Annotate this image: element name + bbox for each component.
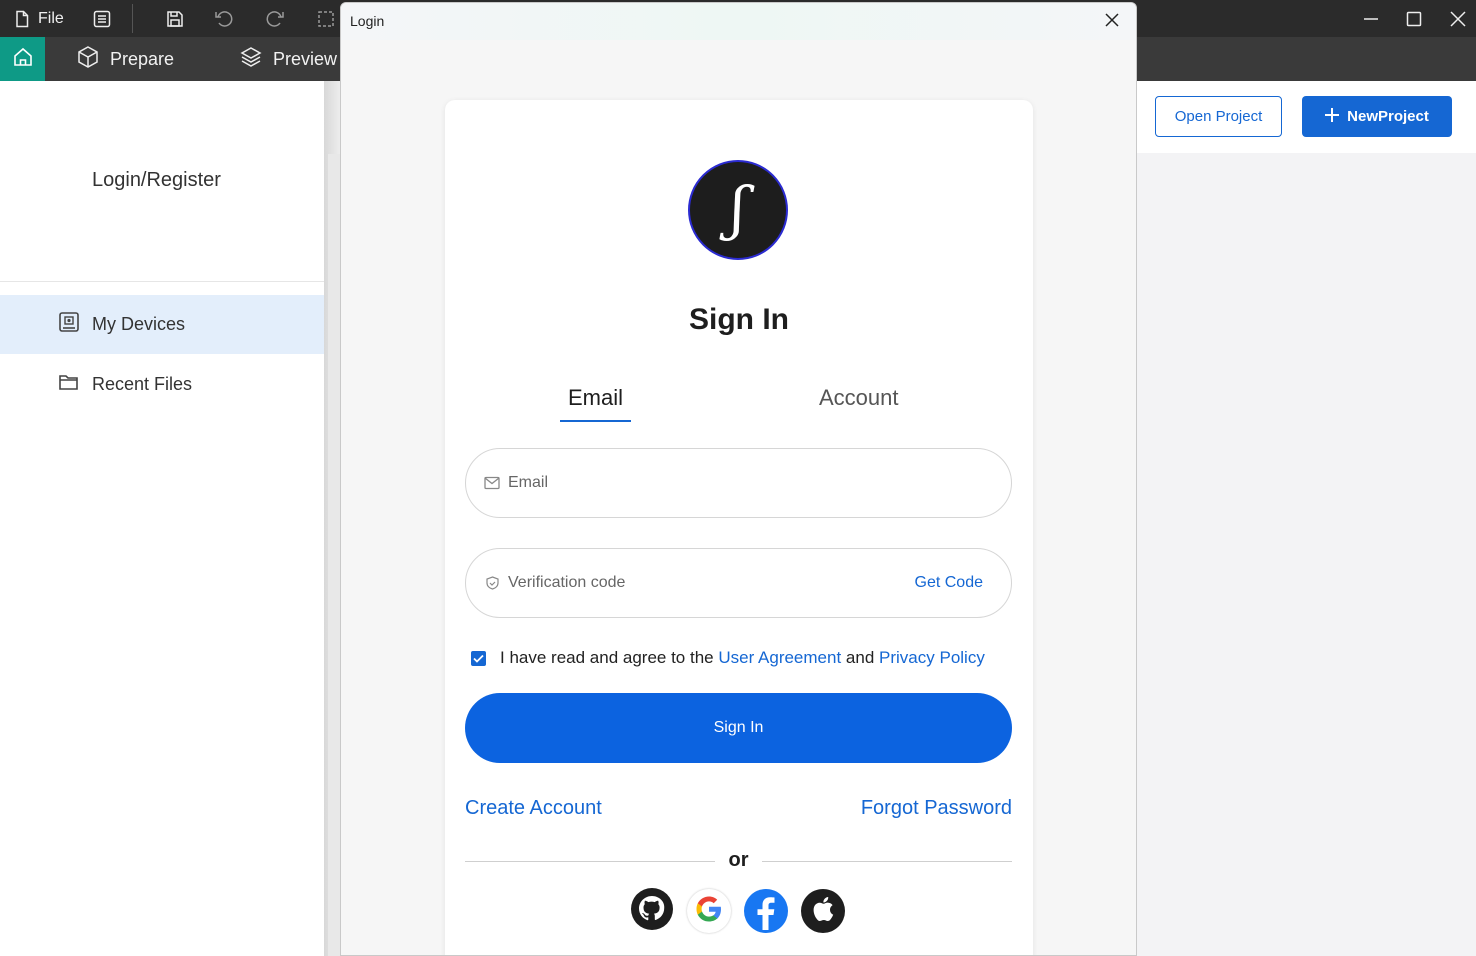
privacy-policy-link[interactable]: Privacy Policy [879, 648, 985, 668]
email-field[interactable]: Email [465, 448, 1012, 518]
tab-active-indicator [560, 420, 631, 422]
layers-icon [239, 45, 263, 74]
tab-preview-label: Preview [273, 48, 338, 69]
agreement-checkbox[interactable] [471, 650, 486, 666]
minimize-button[interactable] [1349, 0, 1393, 37]
dialog-titlebar: Login [341, 3, 1136, 40]
agreement-and: and [845, 648, 875, 667]
tab-preview[interactable]: Preview [239, 37, 337, 81]
file-icon [12, 9, 32, 29]
sidebar-item-label: My Devices [92, 314, 186, 334]
cube-icon [76, 45, 100, 74]
github-icon [630, 887, 674, 936]
sidebar-divider [0, 281, 324, 282]
home-icon [12, 46, 34, 73]
user-agreement-link[interactable]: User Agreement [718, 648, 841, 668]
tab-prepare[interactable]: Prepare [76, 37, 174, 81]
undo-icon[interactable] [213, 0, 235, 37]
agreement-row: I have read and agree to the User Agreem… [471, 648, 985, 668]
signin-button[interactable]: Sign In [465, 693, 1012, 763]
forgot-password-link[interactable]: Forgot Password [861, 797, 1012, 820]
facebook-icon [744, 887, 788, 936]
tab-account[interactable]: Account [819, 385, 899, 411]
create-account-link[interactable]: Create Account [465, 797, 602, 820]
titlebar-divider [132, 4, 133, 33]
apple-icon [812, 896, 834, 926]
signin-card: ʃ Sign In Email Account Email Verificati… [445, 100, 1033, 955]
login-register-link[interactable]: Login/Register [92, 169, 221, 192]
save-icon[interactable] [165, 0, 185, 37]
dialog-close-button[interactable] [1101, 11, 1123, 33]
google-icon [694, 894, 724, 929]
tab-prepare-label: Prepare [110, 48, 175, 69]
tab-email[interactable]: Email [560, 385, 631, 411]
new-project-button[interactable]: NewProject [1302, 96, 1452, 137]
open-project-button[interactable]: Open Project [1155, 96, 1282, 137]
close-window-button[interactable] [1436, 0, 1476, 37]
sidebar-item-my-devices[interactable]: My Devices [0, 295, 324, 354]
or-divider-right [762, 861, 1012, 862]
or-separator: or [728, 849, 749, 871]
sidebar: Login/Register My Devices Recent Files [0, 81, 324, 956]
plus-icon [1325, 107, 1340, 126]
verification-code-field[interactable]: Verification code Get Code [465, 548, 1012, 618]
device-icon [58, 311, 80, 338]
folder-icon [58, 371, 80, 398]
home-tab[interactable] [0, 37, 45, 81]
dialog-title: Login [350, 13, 385, 29]
email-placeholder: Email [508, 474, 549, 491]
get-code-button[interactable]: Get Code [915, 574, 983, 592]
list-icon[interactable] [92, 0, 112, 37]
redo-icon[interactable] [264, 0, 286, 37]
close-icon [1105, 12, 1119, 32]
logo-icon: ʃ [730, 174, 746, 242]
google-login-button[interactable] [687, 889, 731, 933]
select-area-icon[interactable] [316, 0, 336, 37]
sidebar-item-recent-files[interactable]: Recent Files [0, 355, 324, 414]
verification-code-placeholder: Verification code [508, 574, 626, 591]
app-logo: ʃ [688, 160, 788, 260]
file-menu-label: File [38, 9, 64, 27]
sidebar-item-label: Recent Files [92, 374, 193, 394]
facebook-login-button[interactable] [744, 889, 788, 933]
maximize-button[interactable] [1392, 0, 1436, 37]
file-menu[interactable]: File [12, 0, 64, 37]
main-content-area [1136, 81, 1476, 956]
main-panel-edge [328, 154, 340, 956]
login-dialog: Login ʃ Sign In Email Account Email Veri… [340, 2, 1137, 956]
new-project-label: NewProject [1347, 108, 1429, 125]
shield-icon [484, 575, 500, 591]
mail-icon [484, 475, 500, 491]
github-login-button[interactable] [630, 887, 674, 936]
agreement-text: I have read and agree to the [500, 648, 714, 667]
signin-heading: Sign In [689, 303, 789, 336]
or-divider-left [465, 861, 715, 862]
apple-login-button[interactable] [801, 889, 845, 933]
